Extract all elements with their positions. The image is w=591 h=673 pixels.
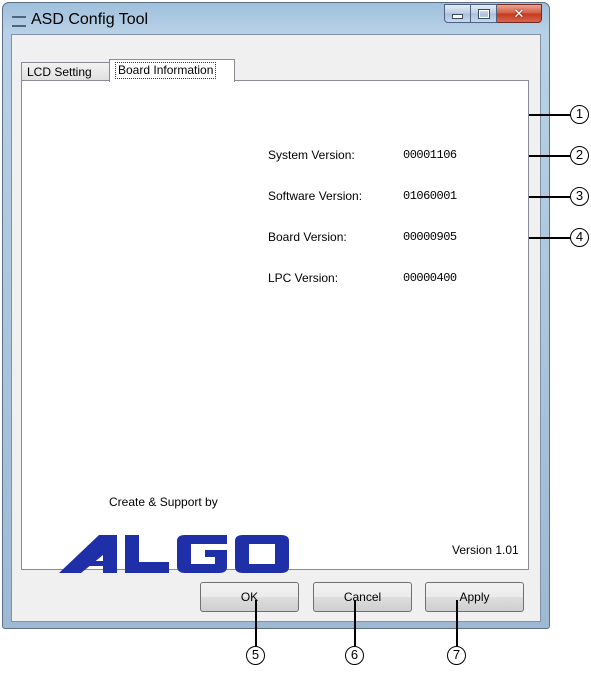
close-icon: ✕ (513, 6, 525, 21)
cancel-button[interactable]: Cancel (313, 582, 412, 612)
lpc-version-value: 00000400 (403, 271, 457, 285)
ok-button[interactable]: OK (200, 582, 299, 612)
callout-marker-7: 7 (447, 646, 466, 665)
dialog-client-area: LCD Setting Board Information System Ver… (11, 34, 541, 622)
callout-line-5 (255, 600, 257, 646)
tab-label: LCD Setting (27, 65, 92, 79)
system-version-value: 00001106 (403, 148, 457, 162)
system-version-label: System Version: (268, 148, 355, 162)
callout-line-6 (354, 600, 356, 646)
software-version-value: 01060001 (403, 189, 457, 203)
app-icon (12, 16, 26, 27)
close-button[interactable]: ✕ (497, 4, 542, 23)
board-version-value: 00000905 (403, 230, 457, 244)
tab-board-information[interactable]: Board Information (109, 59, 235, 82)
maximize-button[interactable] (471, 4, 497, 23)
callout-marker-2: 2 (570, 146, 589, 165)
lpc-version-label: LPC Version: (268, 271, 339, 285)
tab-label: Board Information (115, 62, 217, 79)
callout-marker-6: 6 (345, 646, 364, 665)
caption-buttons: ✕ (444, 4, 542, 24)
callout-marker-3: 3 (570, 187, 589, 206)
board-version-label: Board Version: (268, 230, 347, 244)
minimize-icon (452, 14, 463, 19)
minimize-button[interactable] (444, 4, 471, 23)
window-title: ASD Config Tool (31, 11, 149, 28)
app-version-text: Version 1.01 (452, 543, 519, 557)
callout-marker-1: 1 (570, 105, 589, 124)
maximize-icon (478, 9, 489, 18)
callout-marker-4: 4 (570, 228, 589, 247)
tab-lcd-setting[interactable]: LCD Setting (21, 62, 111, 81)
app-window: ASD Config Tool ✕ LCD Setting Board Info… (2, 2, 550, 629)
callout-marker-5: 5 (246, 646, 265, 665)
software-version-label: Software Version: (268, 189, 363, 203)
board-information-panel: System Version: 00001106 Software Versio… (21, 80, 529, 573)
algo-logo (59, 535, 289, 573)
callout-line-7 (456, 600, 458, 646)
title-bar[interactable]: ASD Config Tool ✕ (3, 3, 549, 37)
apply-button[interactable]: Apply (425, 582, 524, 612)
support-text: Create & Support by (109, 495, 218, 509)
